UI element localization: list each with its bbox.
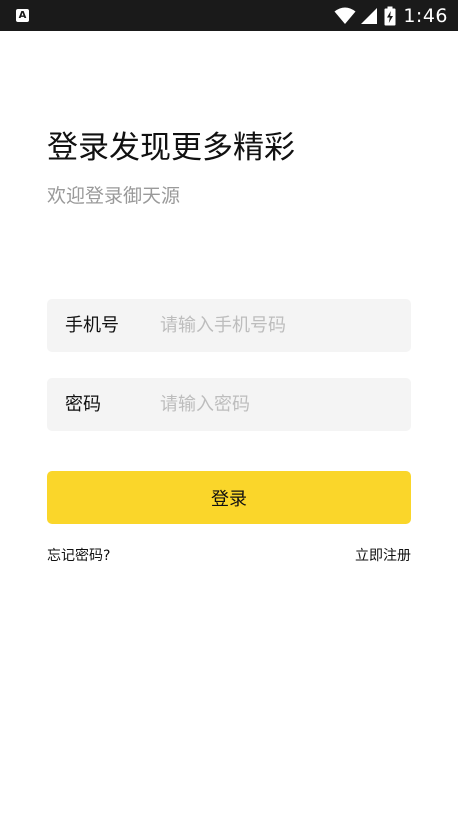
phone-label: 手机号 <box>65 315 119 336</box>
status-icons: 1:46 <box>334 0 448 31</box>
password-input[interactable] <box>160 378 395 431</box>
page-subtitle: 欢迎登录御天源 <box>47 185 181 207</box>
app-notification-icon: A <box>16 9 29 22</box>
password-label: 密码 <box>65 394 101 415</box>
app-notification-icon-letter: A <box>18 10 27 21</box>
status-bar: A 1:46 <box>0 0 458 31</box>
battery-charging-icon <box>384 6 396 25</box>
page-title: 登录发现更多精彩 <box>47 130 295 166</box>
register-link[interactable]: 立即注册 <box>355 546 411 566</box>
status-time: 1:46 <box>403 4 448 27</box>
signal-icon <box>361 7 378 24</box>
phone-input[interactable] <box>160 299 395 352</box>
phone-field: 手机号 <box>47 299 411 352</box>
password-field: 密码 <box>47 378 411 431</box>
login-button[interactable]: 登录 <box>47 471 411 524</box>
wifi-icon <box>334 7 356 24</box>
forgot-password-link[interactable]: 忘记密码? <box>47 546 110 566</box>
